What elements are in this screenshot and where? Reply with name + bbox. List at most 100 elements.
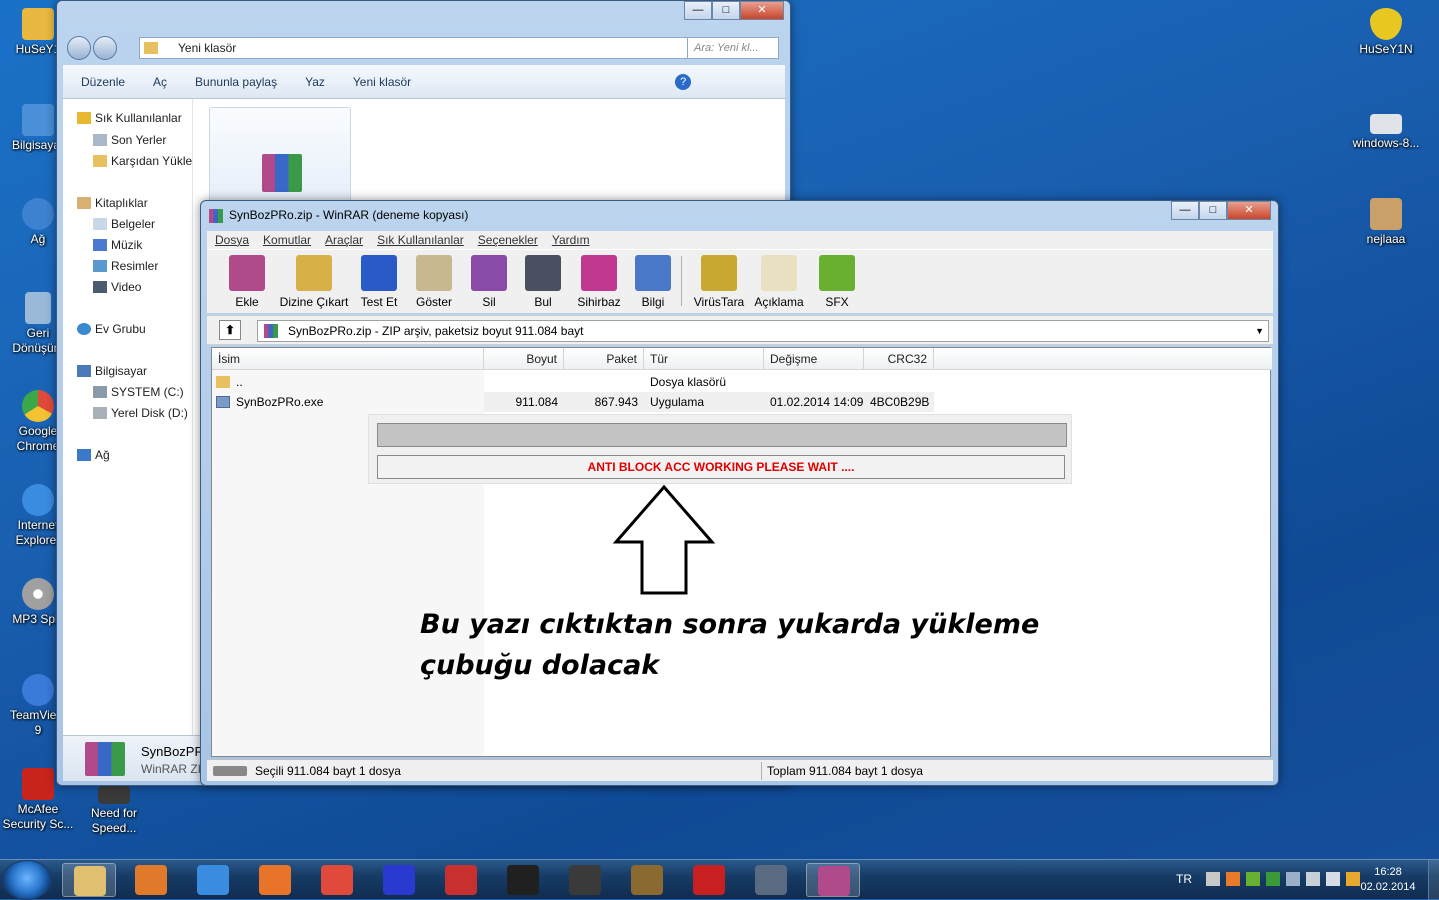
search-input[interactable]: Ara: Yeni kl...	[687, 37, 779, 59]
menu-bar: Dosya Komutlar Araçlar Sık Kullanılanlar…	[207, 231, 1273, 249]
nav-homegroup[interactable]: Ev Grubu	[77, 322, 146, 336]
menu-araclar[interactable]: Araçlar	[325, 231, 363, 249]
menu-yardim[interactable]: Yardım	[552, 231, 590, 249]
volume-icon[interactable]	[1326, 872, 1340, 886]
close-button[interactable]: ✕	[1227, 201, 1271, 220]
wizard-icon	[581, 255, 617, 291]
column-modified[interactable]: Değişme	[764, 348, 864, 370]
drive-key-icon	[213, 766, 247, 776]
close-button[interactable]: ✕	[740, 1, 784, 20]
nav-libraries[interactable]: Kitaplıklar	[77, 196, 148, 210]
tool-wizard-button[interactable]: Sihirbaz	[569, 252, 629, 309]
column-crc[interactable]: CRC32	[864, 348, 934, 370]
desktop-icon-husey1n[interactable]: HuSeY1N	[1348, 8, 1424, 57]
recent-places-icon	[93, 134, 107, 146]
nav-favorites[interactable]: Sık Kullanılanlar	[77, 111, 182, 125]
tray-icon[interactable]	[1226, 872, 1240, 886]
column-type[interactable]: Tür	[644, 348, 764, 370]
table-row[interactable]: SynBozPRo.exe 911.084 867.943 Uygulama 0…	[212, 392, 1272, 412]
help-icon[interactable]: ?	[675, 73, 692, 90]
minimize-button[interactable]: —	[1171, 201, 1199, 220]
nav-pictures[interactable]: Resimler	[93, 259, 158, 273]
winrar-icon	[818, 866, 850, 896]
taskbar-button-game-3[interactable]	[744, 863, 798, 897]
nav-recent[interactable]: Son Yerler	[93, 133, 166, 147]
burn-button[interactable]: Yaz	[305, 75, 325, 89]
tray-icon[interactable]	[1266, 872, 1280, 886]
column-name[interactable]: İsim	[212, 348, 484, 370]
taskbar-button-isis[interactable]	[372, 863, 426, 897]
comment-icon	[761, 255, 797, 291]
tool-virus-scan-button[interactable]: VirüsTara	[689, 252, 749, 309]
nav-system-c[interactable]: SYSTEM (C:)	[93, 385, 184, 399]
address-bar[interactable]: Yeni klasör	[139, 37, 711, 59]
language-indicator[interactable]: TR	[1176, 872, 1192, 886]
taskbar: TR 16:28 02.02.2014	[0, 859, 1439, 900]
new-folder-button[interactable]: Yeni klasör	[353, 75, 411, 89]
nav-computer[interactable]: Bilgisayar	[77, 364, 147, 378]
nav-documents[interactable]: Belgeler	[93, 217, 155, 231]
menu-dosya[interactable]: Dosya	[215, 231, 249, 249]
taskbar-button-firefox[interactable]	[248, 863, 302, 897]
explorer-caption-buttons: — □ ✕	[684, 1, 784, 20]
menu-komutlar[interactable]: Komutlar	[263, 231, 311, 249]
share-button[interactable]: Bununla paylaş	[195, 75, 277, 89]
menu-secenekler[interactable]: Seçenekler	[478, 231, 538, 249]
tray-icon[interactable]	[1206, 872, 1220, 886]
forward-button[interactable]	[93, 36, 117, 60]
taskbar-button-game-2[interactable]	[620, 863, 674, 897]
tool-sfx-button[interactable]: SFX	[807, 252, 867, 309]
nav-downloads[interactable]: Karşıdan Yükle	[93, 154, 192, 168]
tool-add-button[interactable]: Ekle	[217, 252, 277, 309]
maximize-button[interactable]: □	[712, 1, 740, 20]
minimize-button[interactable]: —	[684, 1, 712, 20]
start-button[interactable]	[2, 860, 52, 900]
shield-icon	[1370, 8, 1402, 40]
tool-comment-button[interactable]: Açıklama	[749, 252, 809, 309]
row-type: Dosya klasörü	[650, 375, 727, 389]
nav-local-d[interactable]: Yerel Disk (D:)	[93, 406, 188, 420]
tray-icon[interactable]	[1246, 872, 1260, 886]
open-button[interactable]: Aç	[153, 75, 167, 89]
path-dropdown[interactable]: SynBozPRo.zip - ZIP arşiv, paketsiz boyu…	[257, 320, 1269, 342]
taskbar-button-winrar[interactable]	[806, 863, 860, 897]
list-header: İsim Boyut Paket Tür Değişme CRC32	[212, 348, 1272, 370]
up-folder-button[interactable]: ⬆	[219, 320, 241, 340]
taskbar-button-counter-strike[interactable]	[558, 863, 612, 897]
selected-file-tile[interactable]	[209, 107, 351, 207]
column-packed[interactable]: Paket	[564, 348, 644, 370]
column-size[interactable]: Boyut	[484, 348, 564, 370]
row-modified: 01.02.2014 14:09	[764, 392, 864, 412]
taskbar-button-media-player[interactable]	[124, 863, 178, 897]
downloads-icon	[93, 155, 107, 167]
desktop-icon-need-for-speed[interactable]: Need for Speed...	[76, 786, 152, 836]
maximize-button[interactable]: □	[1199, 201, 1227, 220]
nav-network[interactable]: Ağ	[77, 448, 110, 462]
back-button[interactable]	[67, 36, 91, 60]
taskbar-button-crossfire[interactable]	[682, 863, 736, 897]
desktop-icon-windows8[interactable]: windows-8...	[1348, 114, 1424, 151]
firefox-icon	[259, 865, 291, 895]
tray-icon[interactable]	[1286, 872, 1300, 886]
organize-button[interactable]: Düzenle	[81, 75, 125, 89]
tray-icon[interactable]	[1306, 872, 1320, 886]
taskbar-button-chrome[interactable]	[310, 863, 364, 897]
tool-view-button[interactable]: Göster	[404, 252, 464, 309]
taskbar-button-internet-explorer[interactable]	[186, 863, 240, 897]
nav-music[interactable]: Müzik	[93, 238, 142, 252]
tool-test-button[interactable]: Test Et	[349, 252, 409, 309]
tool-extract-button[interactable]: Dizine Çıkart	[277, 252, 351, 309]
star-icon	[77, 112, 91, 124]
desktop-icon-nejlaaa[interactable]: nejlaaa	[1348, 198, 1424, 247]
taskbar-button-nfs[interactable]	[496, 863, 550, 897]
taskbar-button-explorer[interactable]	[62, 863, 116, 897]
nav-video[interactable]: Video	[93, 280, 141, 294]
show-desktop-button[interactable]	[1428, 860, 1439, 900]
menu-sik-kullanilanlar[interactable]: Sık Kullanılanlar	[377, 231, 464, 249]
clock[interactable]: 16:28 02.02.2014	[1354, 865, 1422, 895]
taskbar-button-game-1[interactable]	[434, 863, 488, 897]
tool-find-button[interactable]: Bul	[513, 252, 573, 309]
table-row[interactable]: .. Dosya klasörü	[212, 372, 1272, 392]
tool-delete-button[interactable]: Sil	[459, 252, 519, 309]
tool-info-button[interactable]: Bilgi	[623, 252, 683, 309]
